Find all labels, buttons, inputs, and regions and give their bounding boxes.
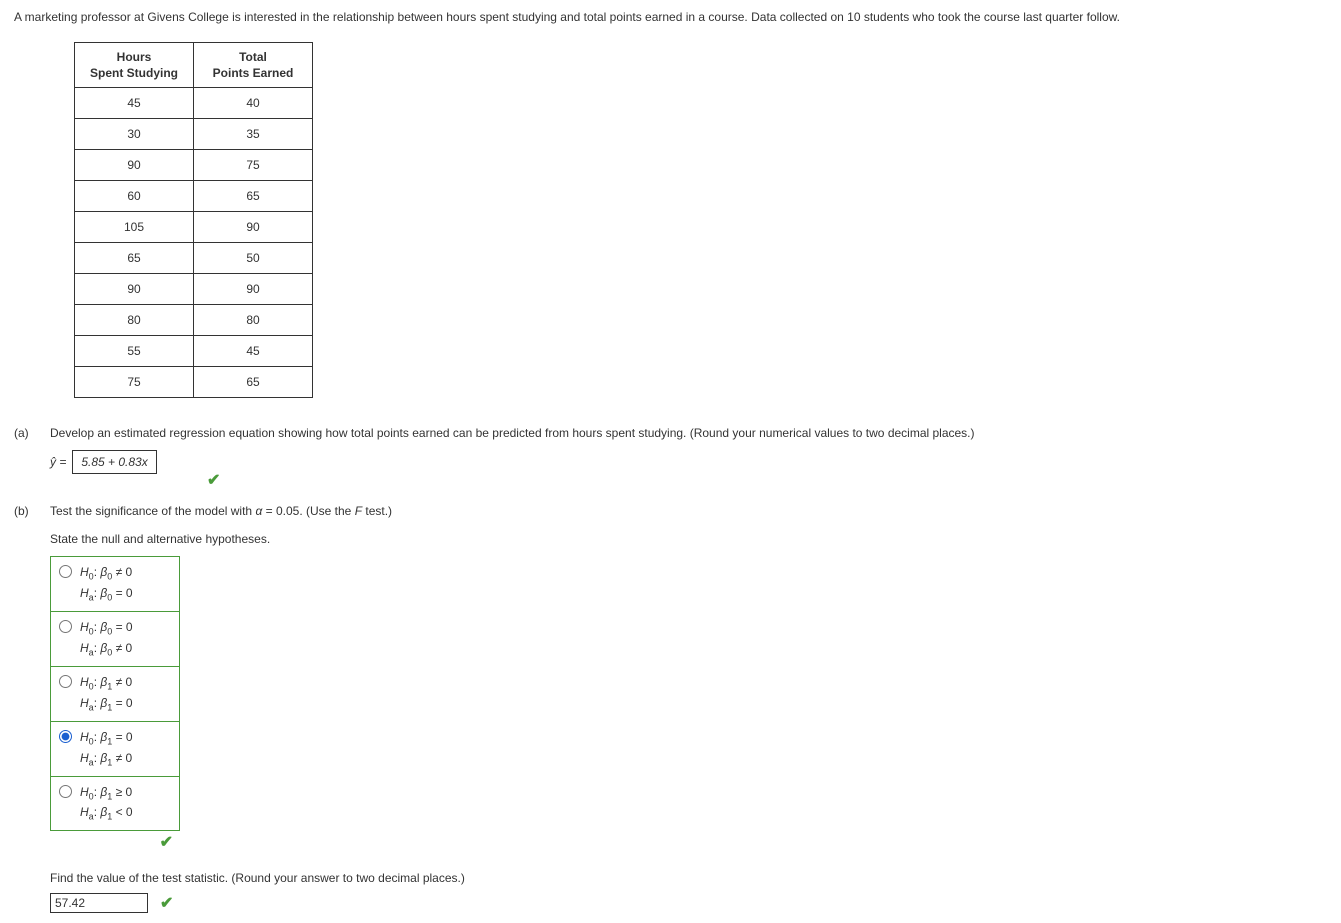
table-row: 10590 — [75, 212, 313, 243]
yhat-label: ŷ = — [50, 455, 66, 469]
cell-hours: 55 — [75, 336, 194, 367]
cell-points: 80 — [194, 305, 313, 336]
check-icon: ✔ — [207, 470, 220, 490]
cell-points: 65 — [194, 367, 313, 398]
hypothesis-text: H0: β0 ≠ 0Ha: β0 = 0 — [80, 563, 133, 605]
part-a-label: (a) — [14, 426, 40, 440]
cell-hours: 90 — [75, 150, 194, 181]
table-row: 4540 — [75, 88, 313, 119]
hypothesis-text: H0: β1 ≠ 0Ha: β1 = 0 — [80, 673, 133, 715]
cell-hours: 60 — [75, 181, 194, 212]
table-row: 6550 — [75, 243, 313, 274]
part-b-label: (b) — [14, 504, 40, 518]
cell-hours: 105 — [75, 212, 194, 243]
check-icon: ✔ — [160, 893, 173, 913]
cell-hours: 65 — [75, 243, 194, 274]
hypothesis-choice[interactable]: H0: β1 ≠ 0Ha: β1 = 0 — [51, 666, 179, 721]
cell-hours: 30 — [75, 119, 194, 150]
intro-text: A marketing professor at Givens College … — [14, 10, 1327, 24]
table-row: 9075 — [75, 150, 313, 181]
col-header-points: Total Points Earned — [194, 43, 313, 88]
radio-input[interactable] — [59, 565, 72, 578]
cell-points: 75 — [194, 150, 313, 181]
cell-points: 40 — [194, 88, 313, 119]
cell-points: 50 — [194, 243, 313, 274]
cell-hours: 75 — [75, 367, 194, 398]
part-b-prompt: Test the significance of the model with … — [50, 504, 1327, 518]
cell-hours: 80 — [75, 305, 194, 336]
test-statistic-prompt: Find the value of the test statistic. (R… — [50, 871, 1327, 885]
hypothesis-choice[interactable]: H0: β1 = 0Ha: β1 ≠ 0 — [51, 721, 179, 776]
hypothesis-choice[interactable]: H0: β0 ≠ 0Ha: β0 = 0 — [51, 557, 179, 611]
table-row: 5545 — [75, 336, 313, 367]
hypothesis-text: H0: β0 = 0Ha: β0 ≠ 0 — [80, 618, 133, 660]
col-header-hours: Hours Spent Studying — [75, 43, 194, 88]
cell-points: 65 — [194, 181, 313, 212]
radio-input[interactable] — [59, 675, 72, 688]
table-row: 7565 — [75, 367, 313, 398]
radio-input[interactable] — [59, 730, 72, 743]
table-row: 6065 — [75, 181, 313, 212]
table-row: 8080 — [75, 305, 313, 336]
cell-hours: 90 — [75, 274, 194, 305]
table-row: 3035 — [75, 119, 313, 150]
cell-points: 90 — [194, 212, 313, 243]
cell-hours: 45 — [75, 88, 194, 119]
test-statistic-input[interactable]: 57.42 — [50, 893, 148, 913]
table-row: 9090 — [75, 274, 313, 305]
radio-input[interactable] — [59, 620, 72, 633]
hypothesis-prompt: State the null and alternative hypothese… — [50, 532, 1327, 546]
regression-answer-text: 5.85 + 0.83x — [81, 455, 147, 469]
data-table: Hours Spent Studying Total Points Earned… — [74, 42, 313, 398]
hypothesis-text: H0: β1 ≥ 0Ha: β1 < 0 — [80, 783, 133, 825]
cell-points: 35 — [194, 119, 313, 150]
hypothesis-choices: H0: β0 ≠ 0Ha: β0 = 0 H0: β0 = 0Ha: β0 ≠ 0… — [50, 556, 180, 831]
cell-points: 45 — [194, 336, 313, 367]
cell-points: 90 — [194, 274, 313, 305]
check-icon: ✔ — [160, 832, 173, 852]
part-a-prompt: Develop an estimated regression equation… — [50, 426, 1327, 440]
hypothesis-text: H0: β1 = 0Ha: β1 ≠ 0 — [80, 728, 133, 770]
radio-input[interactable] — [59, 785, 72, 798]
hypothesis-choice[interactable]: H0: β1 ≥ 0Ha: β1 < 0 — [51, 776, 179, 831]
regression-answer-box[interactable]: 5.85 + 0.83x — [72, 450, 156, 474]
hypothesis-choice[interactable]: H0: β0 = 0Ha: β0 ≠ 0 — [51, 611, 179, 666]
